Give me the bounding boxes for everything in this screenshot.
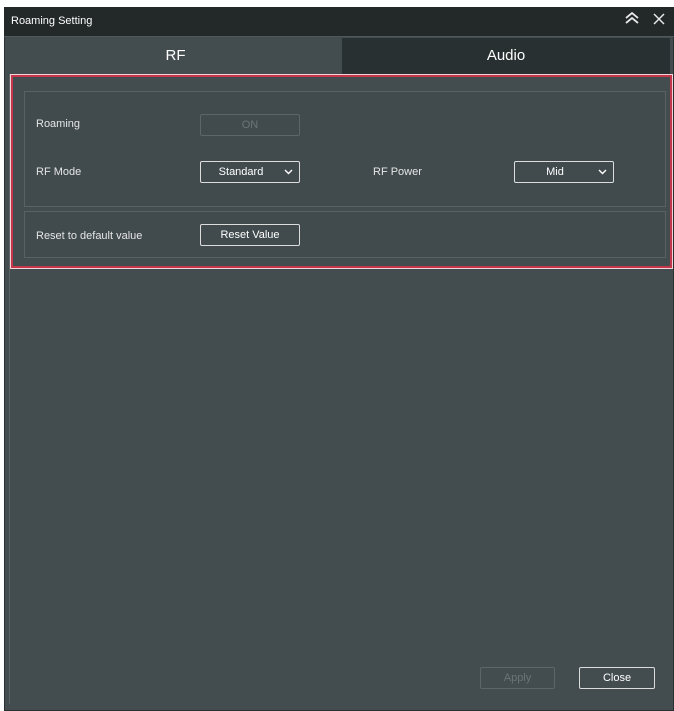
- roaming-label: Roaming: [36, 118, 81, 130]
- rf-settings-group: [24, 91, 666, 207]
- title-bar: Roaming Setting: [4, 7, 674, 37]
- close-button[interactable]: Close: [579, 667, 655, 689]
- window-title: Roaming Setting: [11, 15, 93, 27]
- tab-rf[interactable]: RF: [9, 38, 342, 74]
- rf-mode-value: Standard: [218, 166, 264, 178]
- chevron-down-icon: [283, 162, 293, 190]
- rf-power-value: Mid: [546, 166, 564, 178]
- close-icon[interactable]: [649, 11, 669, 31]
- rf-power-select[interactable]: Mid: [514, 161, 614, 183]
- roaming-toggle-button[interactable]: ON: [200, 114, 300, 136]
- tab-bar: RF Audio: [9, 38, 670, 74]
- double-chevron-up-icon[interactable]: [622, 11, 642, 31]
- rf-power-label: RF Power: [373, 166, 422, 178]
- reset-label: Reset to default value: [36, 230, 143, 242]
- rf-mode-label: RF Mode: [36, 166, 82, 178]
- reset-value-button[interactable]: Reset Value: [200, 224, 300, 246]
- rf-mode-select[interactable]: Standard: [200, 161, 300, 183]
- chevron-down-icon: [597, 162, 607, 190]
- apply-button[interactable]: Apply: [480, 667, 555, 689]
- tab-audio[interactable]: Audio: [342, 38, 670, 74]
